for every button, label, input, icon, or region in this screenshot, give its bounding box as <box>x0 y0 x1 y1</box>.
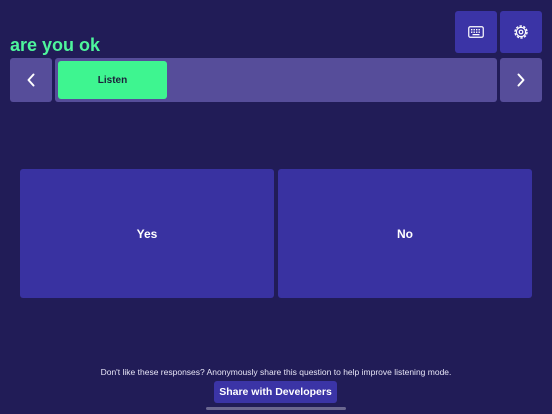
share-with-developers-button[interactable]: Share with Developers <box>214 381 337 403</box>
keyboard-button[interactable] <box>455 11 497 53</box>
listen-tab[interactable]: Listen <box>58 61 167 99</box>
settings-button[interactable] <box>500 11 542 53</box>
listening-screen: are you ok Listen Yes No Don't like thes… <box>0 0 552 414</box>
previous-button[interactable] <box>10 58 52 102</box>
home-indicator[interactable] <box>206 407 346 410</box>
settings-gear-icon <box>512 23 530 41</box>
chevron-left-icon <box>26 73 36 87</box>
keyboard-icon <box>468 26 484 38</box>
spoken-phrase: are you ok <box>10 35 101 55</box>
next-button[interactable] <box>500 58 542 102</box>
response-yes-button[interactable]: Yes <box>20 169 274 298</box>
mode-track: Listen <box>55 58 497 102</box>
feedback-text: Don't like these responses? Anonymously … <box>100 367 452 377</box>
response-no-button[interactable]: No <box>278 169 532 298</box>
chevron-right-icon <box>516 73 526 87</box>
